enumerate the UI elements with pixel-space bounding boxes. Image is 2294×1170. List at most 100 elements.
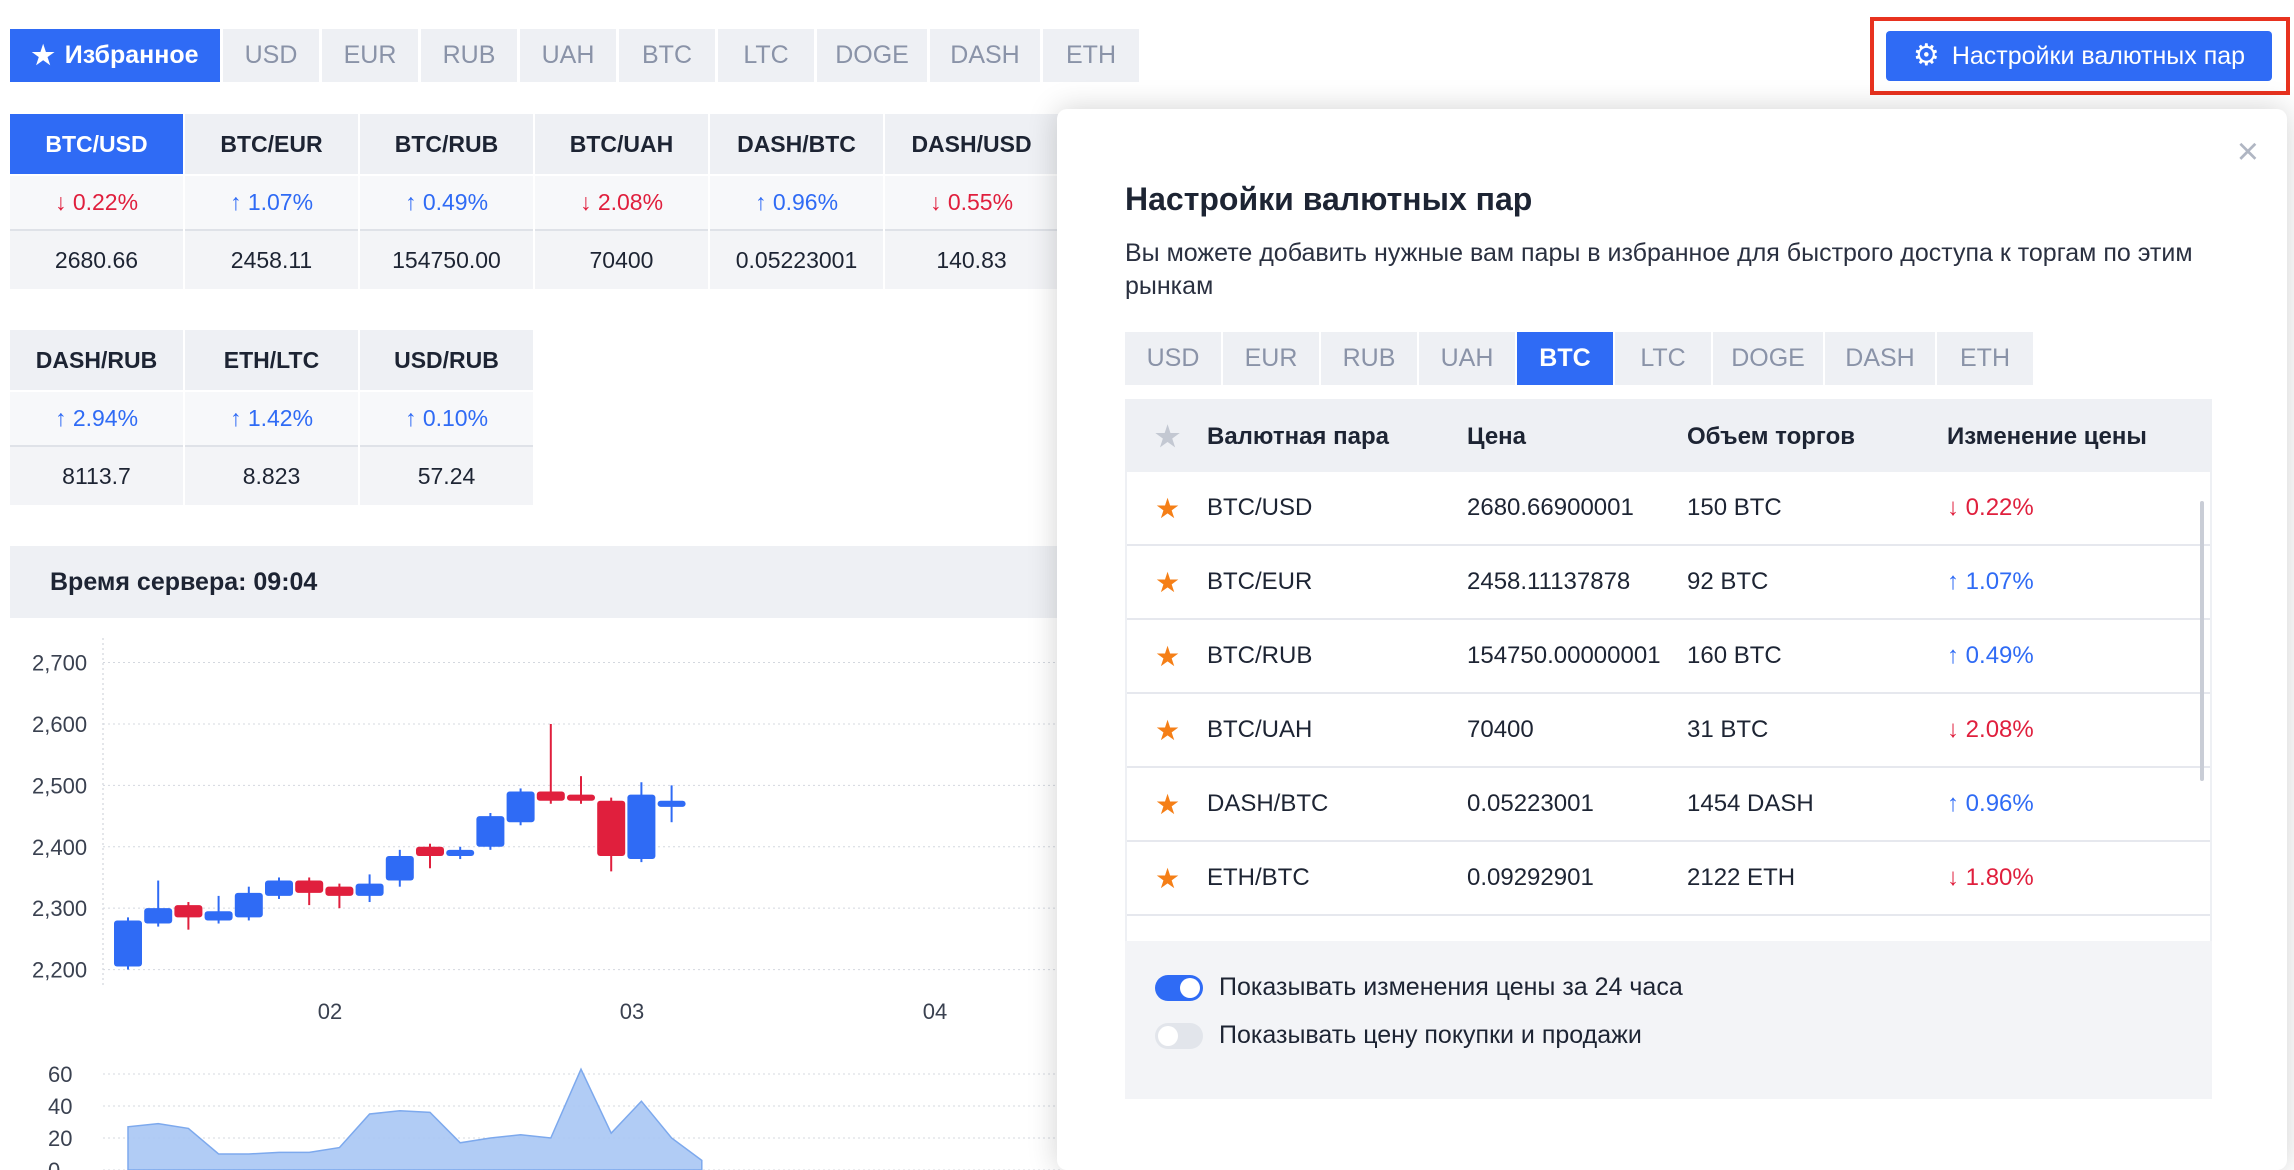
volume-tick-label: 20 (48, 1126, 72, 1151)
pair-card-btc-eur[interactable]: BTC/EUR ↑ 1.07% 2458.11 (185, 114, 358, 289)
pair-price: 57.24 (360, 447, 533, 505)
pair-name: USD/RUB (360, 330, 533, 390)
star-icon[interactable]: ★ (1155, 694, 1180, 766)
pair-card-usd-rub[interactable]: USD/RUB ↑ 0.10% 57.24 (360, 330, 533, 505)
tab-eur[interactable]: EUR (322, 29, 418, 82)
star-icon: ★ (31, 40, 55, 70)
star-icon[interactable]: ★ (1155, 472, 1180, 544)
row-change-value: 0.96% (1965, 790, 2034, 817)
star-icon[interactable]: ★ (1155, 620, 1180, 692)
header-volume[interactable]: Объем торгов (1687, 401, 1855, 472)
pair-price: 8113.7 (10, 447, 183, 505)
row-change-value: 0.22% (1965, 494, 2034, 521)
row-volume: 160 BTC (1687, 642, 1782, 669)
arrow-up-icon: ↑ (404, 405, 417, 431)
tab-dash[interactable]: DASH (930, 29, 1040, 82)
pair-card-btc-usd[interactable]: BTC/USD ↓ 0.22% 2680.66 (10, 114, 183, 289)
pair-change-value: 0.10% (422, 405, 489, 431)
pair-name: DASH/RUB (10, 330, 183, 390)
arrow-down-icon: ↓ (579, 189, 592, 215)
tab-uah[interactable]: UAH (520, 29, 616, 82)
table-row[interactable]: ★ BTC/EUR 2458.11137878 92 BTC ↑ 1.07% (1127, 546, 2210, 620)
pair-change: ↓ 0.22% (10, 174, 183, 231)
pair-card-dash-usd[interactable]: DASH/USD ↓ 0.55% 140.83 (885, 114, 1058, 289)
pair-change: ↓ 0.55% (885, 174, 1058, 231)
y-tick-label: 2,300 (32, 896, 87, 921)
pair-change-value: 0.96% (772, 189, 839, 215)
candle-body (234, 892, 263, 918)
row-pair: BTC/EUR (1207, 568, 1313, 595)
candle-body (536, 791, 565, 801)
arrow-up-icon: ↑ (1947, 642, 1959, 669)
row-volume: 2122 ETH (1687, 864, 1796, 891)
candle-body (204, 911, 233, 921)
toggle-bid-ask[interactable]: Показывать цену покупки и продажи (1155, 1021, 1642, 1050)
row-price: 2458.11137878 (1467, 568, 1631, 595)
tab-eth[interactable]: ETH (1043, 29, 1139, 82)
row-change-value: 1.80% (1965, 864, 2034, 891)
tab-doge[interactable]: DOGE (817, 29, 927, 82)
tab-rub[interactable]: RUB (421, 29, 517, 82)
candle-body (506, 791, 535, 823)
x-tick-label: 04 (923, 999, 947, 1024)
currency-tabs: ★ Избранное USD EUR RUB UAH BTC LTC DOGE… (10, 29, 1139, 82)
toggle-switch-off[interactable] (1155, 1022, 1203, 1049)
modal-tab-eth[interactable]: ETH (1937, 332, 2033, 385)
modal-tab-btc[interactable]: BTC (1517, 332, 1613, 385)
pair-change: ↓ 2.08% (535, 174, 708, 231)
row-change: ↑ 0.96% (1947, 768, 2034, 840)
star-icon[interactable]: ★ (1155, 768, 1180, 840)
pair-card-btc-rub[interactable]: BTC/RUB ↑ 0.49% 154750.00 (360, 114, 533, 289)
y-tick-label: 2,500 (32, 773, 87, 798)
candle-body (174, 905, 203, 918)
table-row[interactable]: ★ DASH/BTC 0.05223001 1454 DASH ↑ 0.96% (1127, 768, 2210, 842)
candle-body (144, 908, 173, 924)
pair-price: 0.05223001 (710, 231, 883, 289)
modal-tab-rub[interactable]: RUB (1321, 332, 1417, 385)
star-icon[interactable]: ★ (1155, 546, 1180, 618)
close-icon[interactable]: × (2237, 133, 2259, 171)
arrow-up-icon: ↑ (229, 189, 242, 215)
pair-card-btc-uah[interactable]: BTC/UAH ↓ 2.08% 70400 (535, 114, 708, 289)
star-icon[interactable]: ★ (1155, 842, 1180, 914)
pair-card-dash-rub[interactable]: DASH/RUB ↑ 2.94% 8113.7 (10, 330, 183, 505)
header-price[interactable]: Цена (1467, 401, 1526, 472)
row-change: ↑ 0.49% (1947, 620, 2034, 692)
y-tick-label: 2,200 (32, 958, 87, 983)
price-chart[interactable]: 2,700 2,600 2,500 2,400 2,300 2,200 02 03 04 60 40… (0, 618, 1060, 1170)
modal-description: Вы можете добавить нужные вам пары в изб… (1125, 239, 2193, 300)
modal-tab-uah[interactable]: UAH (1419, 332, 1515, 385)
row-change-value: 0.49% (1965, 642, 2034, 669)
row-volume: 1454 DASH (1687, 790, 1814, 817)
tab-usd[interactable]: USD (223, 29, 319, 82)
pair-price: 8.823 (185, 447, 358, 505)
pair-change-value: 0.22% (72, 189, 139, 215)
modal-tab-ltc[interactable]: LTC (1615, 332, 1711, 385)
table-row[interactable]: ★ BTC/USD 2680.66900001 150 BTC ↓ 0.22% (1127, 472, 2210, 546)
table-row[interactable]: ★ BTC/RUB 154750.00000001 160 BTC ↑ 0.49… (1127, 620, 2210, 694)
y-tick-label: 2,400 (32, 835, 87, 860)
modal-tab-doge[interactable]: DOGE (1713, 332, 1823, 385)
pair-card-eth-ltc[interactable]: ETH/LTC ↑ 1.42% 8.823 (185, 330, 358, 505)
header-pair[interactable]: Валютная пара (1207, 401, 1389, 472)
toggle-24h-change[interactable]: Показывать изменения цены за 24 часа (1155, 973, 1683, 1002)
row-change-value: 2.08% (1965, 716, 2034, 743)
tab-favorites-label: Избранное (64, 41, 199, 69)
toggle-switch-on[interactable] (1155, 974, 1203, 1001)
pair-price: 2458.11 (185, 231, 358, 289)
modal-tab-usd[interactable]: USD (1125, 332, 1221, 385)
row-change: ↓ 0.22% (1947, 472, 2034, 544)
pair-change: ↑ 1.42% (185, 390, 358, 447)
tab-ltc[interactable]: LTC (718, 29, 814, 82)
table-row[interactable]: ★ BTC/UAH 70400 31 BTC ↓ 2.08% (1127, 694, 2210, 768)
header-change[interactable]: Изменение цены (1947, 401, 2147, 472)
pair-card-dash-btc[interactable]: DASH/BTC ↑ 0.96% 0.05223001 (710, 114, 883, 289)
modal-tab-dash[interactable]: DASH (1825, 332, 1935, 385)
star-icon[interactable]: ★ (1155, 401, 1180, 472)
modal-tab-eur[interactable]: EUR (1223, 332, 1319, 385)
currency-settings-button[interactable]: ⚙ Настройки валютных пар (1886, 31, 2272, 81)
table-scrollbar[interactable] (2200, 501, 2204, 781)
table-row[interactable]: ★ ETH/BTC 0.09292901 2122 ETH ↓ 1.80% (1127, 842, 2210, 916)
tab-favorites[interactable]: ★ Избранное (10, 29, 220, 82)
tab-btc[interactable]: BTC (619, 29, 715, 82)
